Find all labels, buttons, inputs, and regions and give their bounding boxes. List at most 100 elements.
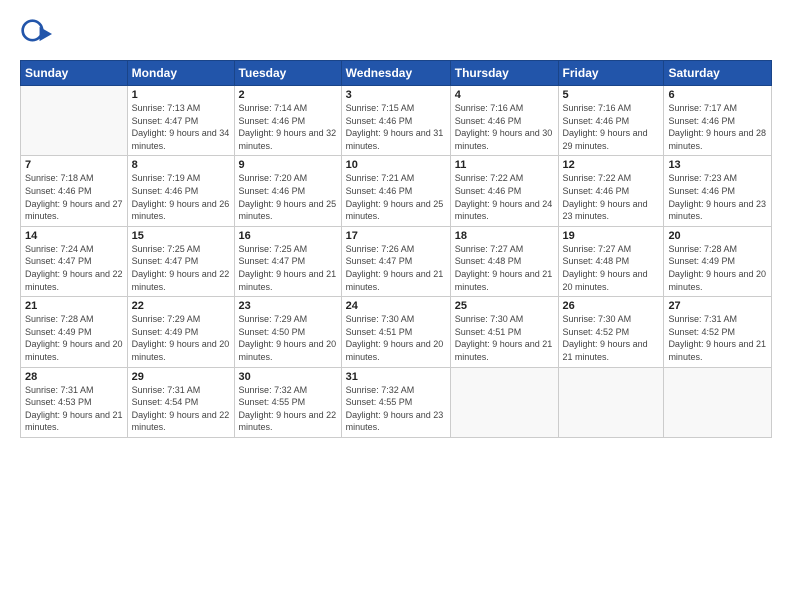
calendar-cell: 12Sunrise: 7:22 AMSunset: 4:46 PMDayligh… — [558, 156, 664, 226]
day-info: Sunrise: 7:25 AMSunset: 4:47 PMDaylight:… — [132, 243, 230, 293]
day-number: 5 — [563, 89, 660, 101]
weekday-header: Friday — [558, 61, 664, 86]
day-info: Sunrise: 7:23 AMSunset: 4:46 PMDaylight:… — [668, 172, 767, 222]
weekday-header-row: SundayMondayTuesdayWednesdayThursdayFrid… — [21, 61, 772, 86]
day-number: 12 — [563, 159, 660, 171]
calendar-cell: 15Sunrise: 7:25 AMSunset: 4:47 PMDayligh… — [127, 226, 234, 296]
calendar-week-row: 21Sunrise: 7:28 AMSunset: 4:49 PMDayligh… — [21, 297, 772, 367]
calendar-cell — [450, 367, 558, 437]
day-number: 8 — [132, 159, 230, 171]
day-info: Sunrise: 7:29 AMSunset: 4:50 PMDaylight:… — [239, 313, 337, 363]
calendar-week-row: 7Sunrise: 7:18 AMSunset: 4:46 PMDaylight… — [21, 156, 772, 226]
calendar-cell: 20Sunrise: 7:28 AMSunset: 4:49 PMDayligh… — [664, 226, 772, 296]
calendar-cell: 26Sunrise: 7:30 AMSunset: 4:52 PMDayligh… — [558, 297, 664, 367]
day-number: 21 — [25, 300, 123, 312]
day-number: 22 — [132, 300, 230, 312]
day-info: Sunrise: 7:30 AMSunset: 4:51 PMDaylight:… — [346, 313, 446, 363]
calendar-cell — [21, 86, 128, 156]
calendar-cell: 16Sunrise: 7:25 AMSunset: 4:47 PMDayligh… — [234, 226, 341, 296]
calendar-cell: 5Sunrise: 7:16 AMSunset: 4:46 PMDaylight… — [558, 86, 664, 156]
day-number: 1 — [132, 89, 230, 101]
weekday-header: Monday — [127, 61, 234, 86]
logo-icon — [20, 18, 52, 50]
day-info: Sunrise: 7:30 AMSunset: 4:51 PMDaylight:… — [455, 313, 554, 363]
day-number: 23 — [239, 300, 337, 312]
calendar-cell: 30Sunrise: 7:32 AMSunset: 4:55 PMDayligh… — [234, 367, 341, 437]
calendar-cell — [558, 367, 664, 437]
day-number: 19 — [563, 230, 660, 242]
calendar-cell: 23Sunrise: 7:29 AMSunset: 4:50 PMDayligh… — [234, 297, 341, 367]
day-info: Sunrise: 7:21 AMSunset: 4:46 PMDaylight:… — [346, 172, 446, 222]
day-number: 25 — [455, 300, 554, 312]
day-info: Sunrise: 7:22 AMSunset: 4:46 PMDaylight:… — [455, 172, 554, 222]
calendar-cell: 17Sunrise: 7:26 AMSunset: 4:47 PMDayligh… — [341, 226, 450, 296]
calendar-cell: 24Sunrise: 7:30 AMSunset: 4:51 PMDayligh… — [341, 297, 450, 367]
day-info: Sunrise: 7:28 AMSunset: 4:49 PMDaylight:… — [668, 243, 767, 293]
day-number: 4 — [455, 89, 554, 101]
day-number: 27 — [668, 300, 767, 312]
day-info: Sunrise: 7:31 AMSunset: 4:53 PMDaylight:… — [25, 384, 123, 434]
day-number: 26 — [563, 300, 660, 312]
day-number: 20 — [668, 230, 767, 242]
day-info: Sunrise: 7:31 AMSunset: 4:54 PMDaylight:… — [132, 384, 230, 434]
day-number: 13 — [668, 159, 767, 171]
day-info: Sunrise: 7:32 AMSunset: 4:55 PMDaylight:… — [239, 384, 337, 434]
day-number: 2 — [239, 89, 337, 101]
day-info: Sunrise: 7:27 AMSunset: 4:48 PMDaylight:… — [455, 243, 554, 293]
calendar-cell — [664, 367, 772, 437]
day-info: Sunrise: 7:32 AMSunset: 4:55 PMDaylight:… — [346, 384, 446, 434]
calendar-cell: 14Sunrise: 7:24 AMSunset: 4:47 PMDayligh… — [21, 226, 128, 296]
calendar-cell: 22Sunrise: 7:29 AMSunset: 4:49 PMDayligh… — [127, 297, 234, 367]
day-info: Sunrise: 7:18 AMSunset: 4:46 PMDaylight:… — [25, 172, 123, 222]
calendar-cell: 2Sunrise: 7:14 AMSunset: 4:46 PMDaylight… — [234, 86, 341, 156]
day-number: 31 — [346, 371, 446, 383]
calendar-cell: 25Sunrise: 7:30 AMSunset: 4:51 PMDayligh… — [450, 297, 558, 367]
day-number: 28 — [25, 371, 123, 383]
day-number: 9 — [239, 159, 337, 171]
day-number: 11 — [455, 159, 554, 171]
calendar-week-row: 28Sunrise: 7:31 AMSunset: 4:53 PMDayligh… — [21, 367, 772, 437]
day-number: 16 — [239, 230, 337, 242]
day-number: 15 — [132, 230, 230, 242]
calendar-cell: 21Sunrise: 7:28 AMSunset: 4:49 PMDayligh… — [21, 297, 128, 367]
calendar-cell: 13Sunrise: 7:23 AMSunset: 4:46 PMDayligh… — [664, 156, 772, 226]
calendar-page: SundayMondayTuesdayWednesdayThursdayFrid… — [0, 0, 792, 612]
calendar-cell: 8Sunrise: 7:19 AMSunset: 4:46 PMDaylight… — [127, 156, 234, 226]
calendar-cell: 31Sunrise: 7:32 AMSunset: 4:55 PMDayligh… — [341, 367, 450, 437]
calendar-week-row: 14Sunrise: 7:24 AMSunset: 4:47 PMDayligh… — [21, 226, 772, 296]
day-info: Sunrise: 7:15 AMSunset: 4:46 PMDaylight:… — [346, 102, 446, 152]
weekday-header: Saturday — [664, 61, 772, 86]
weekday-header: Sunday — [21, 61, 128, 86]
day-number: 14 — [25, 230, 123, 242]
day-info: Sunrise: 7:17 AMSunset: 4:46 PMDaylight:… — [668, 102, 767, 152]
calendar-cell: 6Sunrise: 7:17 AMSunset: 4:46 PMDaylight… — [664, 86, 772, 156]
day-number: 17 — [346, 230, 446, 242]
day-info: Sunrise: 7:14 AMSunset: 4:46 PMDaylight:… — [239, 102, 337, 152]
weekday-header: Wednesday — [341, 61, 450, 86]
calendar-cell: 4Sunrise: 7:16 AMSunset: 4:46 PMDaylight… — [450, 86, 558, 156]
day-info: Sunrise: 7:19 AMSunset: 4:46 PMDaylight:… — [132, 172, 230, 222]
day-number: 6 — [668, 89, 767, 101]
day-number: 29 — [132, 371, 230, 383]
day-info: Sunrise: 7:16 AMSunset: 4:46 PMDaylight:… — [455, 102, 554, 152]
weekday-header: Thursday — [450, 61, 558, 86]
calendar-cell: 3Sunrise: 7:15 AMSunset: 4:46 PMDaylight… — [341, 86, 450, 156]
calendar-cell: 7Sunrise: 7:18 AMSunset: 4:46 PMDaylight… — [21, 156, 128, 226]
day-info: Sunrise: 7:13 AMSunset: 4:47 PMDaylight:… — [132, 102, 230, 152]
calendar-cell: 27Sunrise: 7:31 AMSunset: 4:52 PMDayligh… — [664, 297, 772, 367]
calendar-week-row: 1Sunrise: 7:13 AMSunset: 4:47 PMDaylight… — [21, 86, 772, 156]
calendar-cell: 9Sunrise: 7:20 AMSunset: 4:46 PMDaylight… — [234, 156, 341, 226]
day-number: 7 — [25, 159, 123, 171]
day-info: Sunrise: 7:20 AMSunset: 4:46 PMDaylight:… — [239, 172, 337, 222]
day-info: Sunrise: 7:28 AMSunset: 4:49 PMDaylight:… — [25, 313, 123, 363]
day-number: 3 — [346, 89, 446, 101]
day-info: Sunrise: 7:27 AMSunset: 4:48 PMDaylight:… — [563, 243, 660, 293]
calendar-table: SundayMondayTuesdayWednesdayThursdayFrid… — [20, 60, 772, 438]
day-info: Sunrise: 7:31 AMSunset: 4:52 PMDaylight:… — [668, 313, 767, 363]
day-number: 30 — [239, 371, 337, 383]
day-info: Sunrise: 7:22 AMSunset: 4:46 PMDaylight:… — [563, 172, 660, 222]
calendar-cell: 19Sunrise: 7:27 AMSunset: 4:48 PMDayligh… — [558, 226, 664, 296]
calendar-cell: 29Sunrise: 7:31 AMSunset: 4:54 PMDayligh… — [127, 367, 234, 437]
day-number: 18 — [455, 230, 554, 242]
header — [20, 18, 772, 50]
